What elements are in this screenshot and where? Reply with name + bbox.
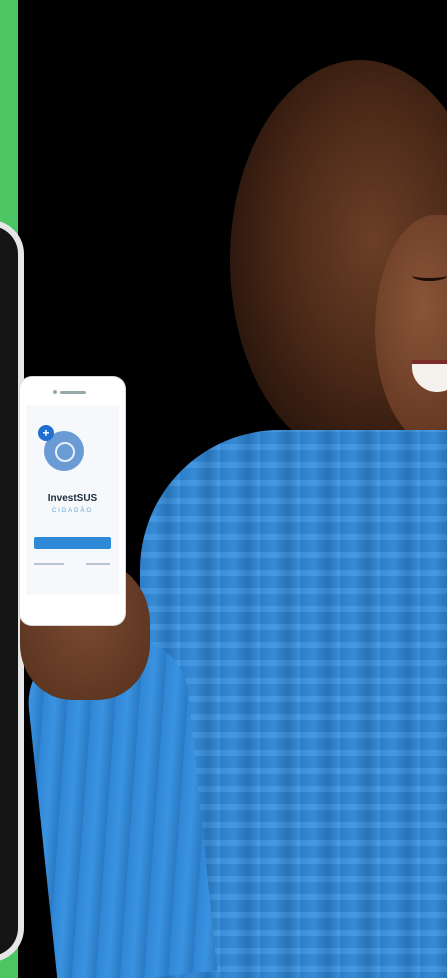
app-link-right (86, 563, 110, 565)
investsus-logo-icon: + (38, 425, 84, 471)
phone-speaker (60, 391, 86, 394)
phone-screen: + InvestSUS CIDADÃO (26, 405, 119, 595)
app-link-left (34, 563, 64, 565)
app-name: InvestSUS (47, 493, 98, 504)
plus-badge-icon: + (38, 425, 54, 441)
handheld-phone: + InvestSUS CIDADÃO (20, 377, 125, 625)
app-subtitle: CIDADÃO (51, 508, 94, 514)
woman-eye (412, 270, 447, 281)
phone-camera (53, 390, 57, 394)
photo-scene: + InvestSUS CIDADÃO (0, 0, 447, 978)
app-login-button (34, 537, 111, 549)
logo-ring (55, 442, 75, 462)
